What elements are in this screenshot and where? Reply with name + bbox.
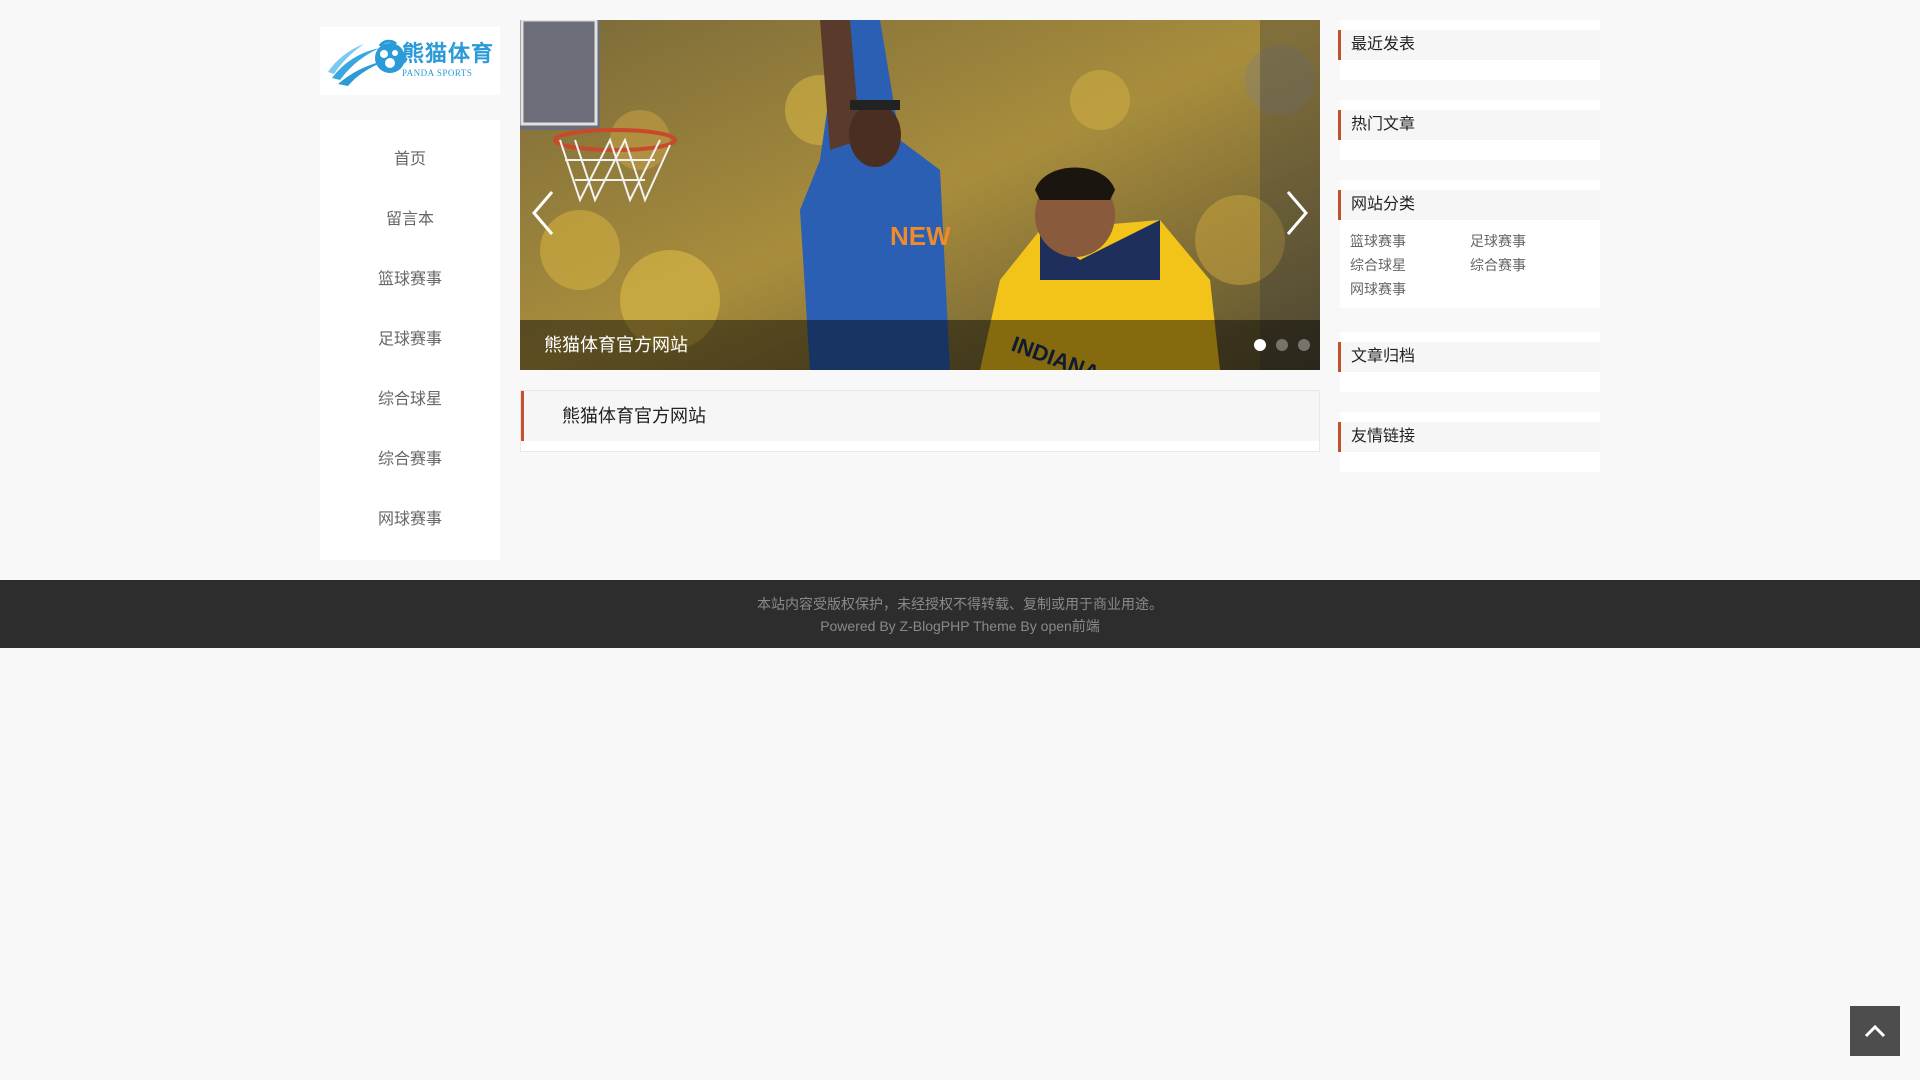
widget-title-hot: 热门文章	[1338, 110, 1600, 140]
slide-image: NEW INDIANA	[520, 20, 1320, 370]
slider-dot-2[interactable]	[1276, 339, 1288, 351]
chevron-up-icon	[1864, 1024, 1886, 1038]
panda-logo-icon	[327, 39, 405, 86]
slide-caption[interactable]: 熊猫体育官方网站	[544, 320, 688, 370]
widget-archive: 文章归档	[1338, 332, 1600, 392]
category-tennis[interactable]: 网球赛事	[1350, 280, 1470, 298]
widget-title-categories: 网站分类	[1338, 190, 1600, 220]
widget-title-archive: 文章归档	[1338, 342, 1600, 372]
category-stars[interactable]: 综合球星	[1350, 256, 1470, 274]
slider-dot-1[interactable]	[1254, 339, 1266, 351]
slide-caption-bar: 熊猫体育官方网站	[520, 320, 1320, 370]
widget-recent: 最近发表	[1338, 20, 1600, 80]
back-to-top-button[interactable]	[1850, 1006, 1900, 1056]
site-logo[interactable]: 熊猫体育 PANDA SPORTS	[320, 27, 500, 95]
category-events[interactable]: 综合赛事	[1470, 256, 1590, 274]
nav-item-home[interactable]: 首页	[320, 140, 500, 200]
nav-item-basketball[interactable]: 篮球赛事	[320, 260, 500, 320]
svg-text:NEW: NEW	[890, 221, 951, 251]
footer-copyright: 本站内容受版权保护，未经授权不得转载、复制或用于商业用途。	[757, 596, 1163, 612]
slider-dots	[1244, 339, 1310, 351]
widget-links: 友情链接	[1338, 412, 1600, 472]
chevron-left-icon[interactable]	[528, 188, 558, 238]
category-list: 篮球赛事 足球赛事 综合球星 综合赛事 网球赛事	[1340, 220, 1600, 308]
nav-item-guestbook[interactable]: 留言本	[320, 200, 500, 260]
main-nav: 首页 留言本 篮球赛事 足球赛事 综合球星 综合赛事 网球赛事	[320, 120, 500, 560]
logo-subtitle: PANDA SPORTS	[401, 68, 473, 78]
hero-slider[interactable]: NEW INDIANA 熊猫体育官方网站	[520, 20, 1320, 370]
site-footer: 本站内容受版权保护，未经授权不得转载、复制或用于商业用途。 Powered By…	[0, 580, 1920, 648]
footer-powered-by[interactable]: Powered By Z-BlogPHP Theme By open前端	[0, 615, 1920, 637]
widget-categories: 网站分类 篮球赛事 足球赛事 综合球星 综合赛事 网球赛事	[1338, 180, 1600, 308]
nav-item-football[interactable]: 足球赛事	[320, 320, 500, 380]
category-football[interactable]: 足球赛事	[1470, 232, 1590, 250]
widget-hot: 热门文章	[1338, 100, 1600, 160]
article-title[interactable]: 熊猫体育官方网站	[521, 391, 1319, 441]
nav-item-tennis[interactable]: 网球赛事	[320, 500, 500, 560]
article-card: 熊猫体育官方网站	[520, 390, 1320, 452]
nav-item-events[interactable]: 综合赛事	[320, 440, 500, 500]
logo-title: 熊猫体育	[401, 42, 494, 67]
slider-dot-3[interactable]	[1298, 339, 1310, 351]
widget-title-links: 友情链接	[1338, 422, 1600, 452]
widget-title-recent: 最近发表	[1338, 30, 1600, 60]
nav-item-stars[interactable]: 综合球星	[320, 380, 500, 440]
category-basketball[interactable]: 篮球赛事	[1350, 232, 1470, 250]
chevron-right-icon[interactable]	[1282, 188, 1312, 238]
